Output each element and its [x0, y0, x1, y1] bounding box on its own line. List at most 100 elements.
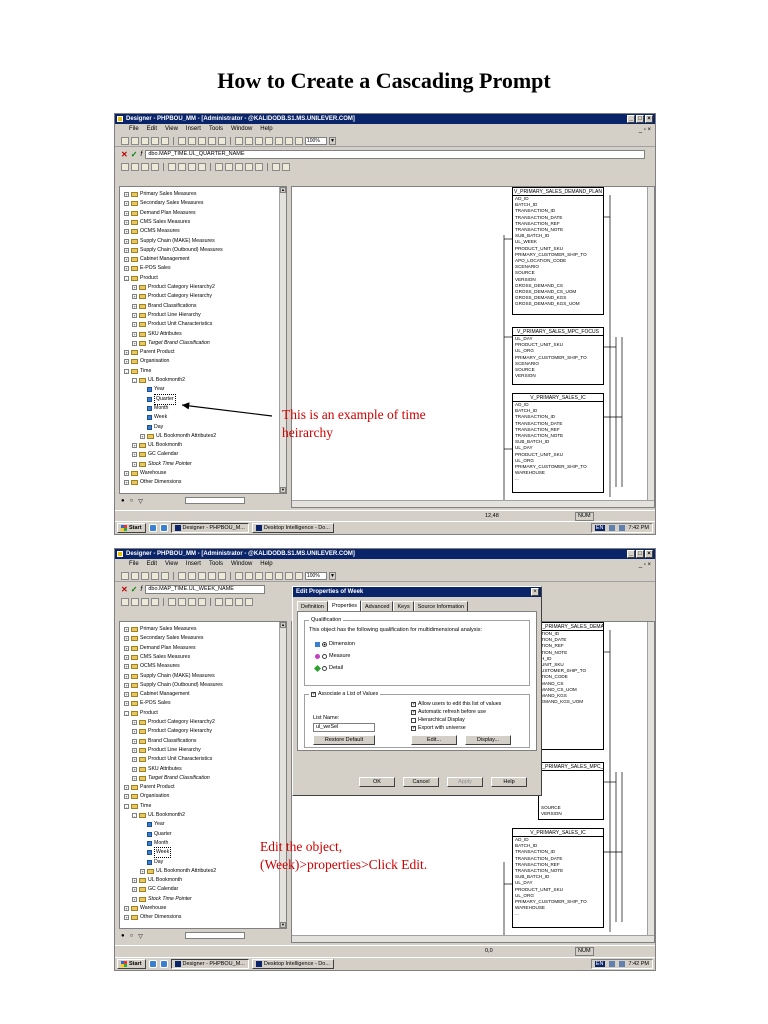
language-indicator[interactable]: EN: [594, 525, 605, 531]
find-icon[interactable]: [208, 571, 216, 580]
expand-icon[interactable]: +: [124, 192, 129, 197]
tree-class[interactable]: + Cabinet Management: [124, 690, 190, 699]
tree-class[interactable]: + UL Bookmonth Attributes2: [140, 432, 216, 441]
display-button[interactable]: Display...: [465, 735, 511, 745]
tray-icon[interactable]: [608, 961, 615, 967]
mdi-controls[interactable]: _ ▫ ×: [639, 560, 651, 570]
paste-icon[interactable]: [198, 136, 206, 145]
expand-icon[interactable]: +: [124, 654, 129, 660]
arrange-icon[interactable]: [265, 571, 273, 580]
classes-view-icon[interactable]: ●: [121, 498, 125, 504]
preview-icon[interactable]: [161, 571, 169, 580]
tree-class[interactable]: + Supply Chain (MAKE) Measures: [124, 672, 215, 681]
restore-default-button[interactable]: Restore Default: [313, 735, 375, 745]
zoom-field[interactable]: 100%: [305, 571, 327, 580]
open-icon[interactable]: [131, 136, 139, 145]
insert-alias-icon[interactable]: [198, 163, 206, 171]
insert-table-icon[interactable]: [168, 598, 176, 606]
apply-button[interactable]: Apply: [447, 777, 483, 787]
expand-icon[interactable]: +: [132, 340, 137, 346]
tree-class[interactable]: + GC Calendar: [132, 450, 178, 459]
auto-refresh-checkbox[interactable]: ✓ Automatic refresh before use: [411, 709, 486, 715]
expand-icon[interactable]: +: [124, 701, 129, 707]
maximize-button[interactable]: □: [636, 115, 644, 123]
tree-object[interactable]: Day: [140, 423, 163, 432]
zoom-dropdown-icon[interactable]: ▼: [329, 136, 336, 145]
undo-icon[interactable]: [218, 136, 226, 145]
menu-file[interactable]: File: [129, 124, 139, 134]
quick-launch-icon[interactable]: [148, 524, 157, 532]
close-button[interactable]: ×: [645, 115, 653, 123]
insert-context-icon[interactable]: [188, 163, 196, 171]
expand-icon[interactable]: +: [132, 294, 137, 300]
expand-icon[interactable]: +: [132, 443, 137, 449]
tree-class[interactable]: + Other Dimensions: [124, 478, 182, 487]
expand-icon[interactable]: +: [124, 238, 129, 244]
tab-advanced[interactable]: Advanced: [361, 601, 394, 611]
insert-alias-icon[interactable]: [198, 598, 206, 606]
vertical-scrollbar[interactable]: ▲ ▼: [279, 187, 286, 493]
cancel-button[interactable]: Cancel: [403, 777, 439, 787]
table-icon[interactable]: [235, 571, 243, 580]
classes-icon[interactable]: [121, 598, 129, 606]
print-icon[interactable]: [151, 571, 159, 580]
expand-icon[interactable]: +: [124, 480, 129, 486]
menu-tools[interactable]: Tools: [209, 124, 223, 134]
tree-class[interactable]: + Cabinet Management: [124, 255, 190, 264]
task-designer[interactable]: Designer - PHPBOU_M...: [170, 523, 249, 533]
tree-class[interactable]: + Product Category Hierarchy: [132, 727, 212, 736]
classes-view-icon[interactable]: ●: [121, 933, 125, 939]
tree-class[interactable]: + Parent Product: [124, 783, 175, 792]
expand-icon[interactable]: +: [124, 692, 129, 698]
tree-class[interactable]: + Target Brand Classification: [132, 339, 210, 348]
menu-insert[interactable]: Insert: [186, 124, 201, 134]
detail-option[interactable]: Detail: [313, 664, 343, 672]
tree-class[interactable]: - UL Bookmonth2: [132, 376, 185, 385]
classes-icon[interactable]: [121, 163, 129, 171]
expand-icon[interactable]: +: [124, 210, 129, 216]
expand-icon[interactable]: +: [132, 720, 137, 725]
menu-edit[interactable]: Edit: [147, 124, 157, 134]
expand-icon[interactable]: +: [132, 452, 137, 458]
menu-file[interactable]: File: [129, 559, 139, 569]
expand-icon[interactable]: +: [132, 757, 137, 763]
zoom-field[interactable]: 100%: [305, 136, 327, 145]
expand-icon[interactable]: +: [132, 322, 137, 328]
accept-formula-icon[interactable]: ✓: [131, 150, 138, 159]
tree-class[interactable]: + UL Bookmonth: [132, 441, 182, 450]
scroll-up-icon[interactable]: ▲: [280, 622, 286, 628]
tree-class[interactable]: + Warehouse: [124, 904, 166, 913]
expand-icon[interactable]: +: [124, 682, 129, 688]
expand-icon[interactable]: +: [124, 201, 129, 207]
tree-class[interactable]: + Stock Time Pointer: [132, 895, 192, 904]
filter-icon[interactable]: [141, 598, 149, 606]
expand-icon[interactable]: +: [132, 896, 137, 902]
function-icon[interactable]: f: [140, 586, 142, 593]
start-button[interactable]: Start: [117, 959, 146, 969]
collapse-icon[interactable]: -: [124, 803, 129, 809]
tree-class[interactable]: + Supply Chain (Outbound) Measures: [124, 681, 223, 690]
expand-icon[interactable]: +: [132, 766, 137, 772]
derived-table-icon[interactable]: [225, 163, 233, 171]
grid-icon[interactable]: [275, 136, 283, 145]
run-icon[interactable]: [282, 163, 290, 171]
cardinality-icon[interactable]: [215, 163, 223, 171]
save-icon[interactable]: [141, 136, 149, 145]
expand-icon[interactable]: +: [132, 461, 137, 467]
tree-class[interactable]: + E-POS Sales: [124, 699, 171, 708]
expand-icon[interactable]: +: [132, 775, 137, 781]
hierarchical-display-checkbox[interactable]: Hierarchical Display: [411, 717, 465, 723]
collapse-icon[interactable]: -: [132, 813, 137, 818]
tree-class[interactable]: + OCMS Measures: [124, 662, 180, 671]
tray-icon[interactable]: [618, 525, 625, 531]
expand-icon[interactable]: +: [124, 247, 129, 253]
tree-class[interactable]: + Demand Plan Measures: [124, 209, 196, 218]
tree-class[interactable]: + Product Unit Characteristics: [132, 320, 212, 329]
menu-view[interactable]: View: [165, 124, 178, 134]
expand-icon[interactable]: +: [124, 627, 129, 632]
tree-class[interactable]: - UL Bookmonth2: [132, 811, 185, 820]
language-indicator[interactable]: EN: [594, 961, 605, 967]
filters-view-icon[interactable]: ▽: [138, 498, 143, 505]
tree-class[interactable]: - Product: [124, 274, 158, 283]
tree-class[interactable]: + Target Brand Classification: [132, 774, 210, 783]
